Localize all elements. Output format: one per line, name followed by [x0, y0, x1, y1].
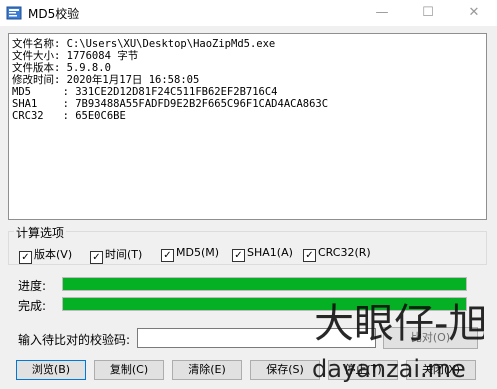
complete-bar	[62, 297, 467, 311]
checkbox-label: 版本(V)	[34, 248, 73, 261]
title-bar: MD5校验 — ☐ ✕	[0, 0, 497, 26]
checkmark-icon: ✓	[161, 249, 174, 262]
checkbox-label: MD5(M)	[176, 246, 220, 259]
info-line-version: 文件版本: 5.9.8.0	[12, 62, 111, 74]
minimize-button[interactable]: —	[359, 0, 405, 26]
stop-button[interactable]: 停止(T)	[328, 360, 398, 380]
clear-button[interactable]: 清除(E)	[172, 360, 242, 380]
complete-fill	[63, 298, 466, 310]
file-info-textbox[interactable]: 文件名称: C:\Users\XU\Desktop\HaoZipMd5.exe …	[8, 33, 487, 220]
close-window-button[interactable]: ✕	[451, 0, 497, 26]
info-line-filename: 文件名称: C:\Users\XU\Desktop\HaoZipMd5.exe	[12, 38, 276, 50]
save-button[interactable]: 保存(S)	[250, 360, 320, 380]
crc32-checkbox[interactable]: ✓ CRC32(R)	[303, 246, 371, 262]
checkbox-label: CRC32(R)	[318, 246, 371, 259]
progress-bar	[62, 277, 467, 291]
checkmark-icon: ✓	[232, 249, 245, 262]
options-legend: 计算选项	[14, 224, 67, 241]
info-line-filesize: 文件大小: 1776084 字节	[12, 50, 139, 62]
md5-checkbox[interactable]: ✓ MD5(M)	[161, 246, 220, 262]
compare-button[interactable]: 比对(O)	[383, 327, 478, 349]
window-title: MD5校验	[28, 7, 80, 21]
info-line-sha1: SHA1 : 7B93488A55FADFD9E2B2F665C96F1CAD4…	[12, 98, 329, 110]
time-checkbox[interactable]: ✓ 时间(T)	[90, 246, 143, 264]
info-line-modified: 修改时间: 2020年1月17日 16:58:05	[12, 74, 200, 86]
checkmark-icon: ✓	[303, 249, 316, 262]
checkbox-label: SHA1(A)	[247, 246, 293, 259]
close-button[interactable]: 关闭(X)	[406, 360, 476, 380]
complete-label: 完成:	[18, 299, 47, 313]
checkbox-label: 时间(T)	[105, 248, 143, 261]
maximize-button[interactable]: ☐	[405, 0, 451, 26]
sha1-checkbox[interactable]: ✓ SHA1(A)	[232, 246, 293, 262]
version-checkbox[interactable]: ✓ 版本(V)	[19, 246, 73, 264]
info-line-crc32: CRC32 : 65E0C6BE	[12, 110, 126, 122]
checksum-input[interactable]	[137, 328, 376, 348]
info-line-md5: MD5 : 331CE2D12D81F24C511FB62EF2B716C4	[12, 86, 278, 98]
progress-fill	[63, 278, 466, 290]
app-icon	[6, 6, 22, 20]
progress-label: 进度:	[18, 279, 47, 293]
copy-button[interactable]: 复制(C)	[94, 360, 164, 380]
checkmark-icon: ✓	[19, 251, 32, 264]
browse-button[interactable]: 浏览(B)	[16, 360, 86, 380]
compare-label: 输入待比对的校验码:	[18, 333, 131, 347]
checkmark-icon: ✓	[90, 251, 103, 264]
